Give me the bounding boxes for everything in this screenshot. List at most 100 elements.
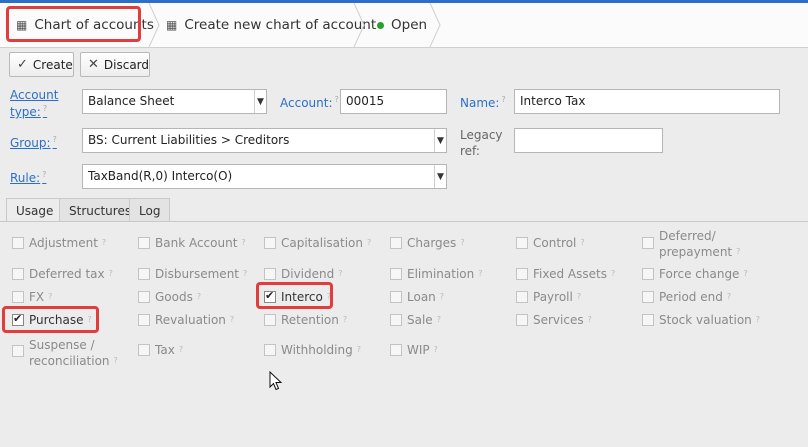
account-type-select[interactable]: Balance Sheet ▼ [82,89,267,114]
chevron-separator-icon [353,3,365,47]
checkbox-empty-icon[interactable] [12,291,24,303]
checkbox-empty-icon[interactable] [264,237,276,249]
help-icon[interactable]: ? [577,292,581,301]
checkbox-empty-icon[interactable] [390,314,402,326]
usage-label: Capitalisation [281,236,364,250]
help-icon[interactable]: ? [48,292,52,301]
checkbox-empty-icon[interactable] [390,344,402,356]
help-icon[interactable]: ? [197,292,201,301]
checkbox-empty-icon[interactable] [516,314,528,326]
help-icon[interactable]: ? [440,292,444,301]
checkbox-empty-icon[interactable] [642,237,654,249]
usage-checkbox-fixed-assets[interactable]: Fixed Assets? [516,266,615,282]
breadcrumb-open[interactable]: Open [377,3,427,47]
name-input[interactable]: Interco Tax [514,89,780,114]
help-icon[interactable]: ? [727,292,731,301]
usage-checkbox-retention[interactable]: Retention? [264,312,347,328]
checkbox-empty-icon[interactable] [138,237,150,249]
usage-checkbox-dividend[interactable]: Dividend? [264,266,342,282]
usage-checkbox-control[interactable]: Control? [516,235,585,251]
rule-select[interactable]: TaxBand(R,0) Interco(O) ▼ [82,164,447,189]
usage-checkbox-deferred-tax[interactable]: Deferred tax? [12,266,113,282]
help-icon[interactable]: ? [367,238,371,247]
help-icon[interactable]: ? [243,269,247,278]
help-icon[interactable]: ? [736,247,740,256]
help-icon[interactable]: ? [357,345,361,354]
group-label[interactable]: Group:? [10,135,57,150]
help-icon[interactable]: ? [241,238,245,247]
help-icon[interactable]: ? [588,315,592,324]
usage-checkbox-payroll[interactable]: Payroll? [516,289,581,305]
checkbox-empty-icon[interactable] [138,344,150,356]
usage-checkbox-charges[interactable]: Charges? [390,235,465,251]
usage-checkbox-force-change[interactable]: Force change? [642,266,748,282]
tab-log[interactable]: Log [129,198,171,222]
tab-divider [0,221,808,222]
checkbox-empty-icon[interactable] [390,291,402,303]
account-input[interactable]: 00015 [340,89,447,114]
help-icon[interactable]: ? [434,345,438,354]
checkbox-empty-icon[interactable] [516,291,528,303]
tab-usage[interactable]: Usage [6,198,64,222]
checkbox-empty-icon[interactable] [138,291,150,303]
account-type-label[interactable]: Account type:? [10,88,70,119]
usage-checkbox-stock-valuation[interactable]: Stock valuation? [642,312,760,328]
help-icon[interactable]: ? [179,345,183,354]
usage-checkbox-tax[interactable]: Tax? [138,342,183,358]
checkbox-empty-icon[interactable] [12,237,24,249]
chevron-down-icon: ▼ [254,90,266,113]
usage-label: Control [533,236,577,250]
help-icon[interactable]: ? [437,315,441,324]
help-icon[interactable]: ? [114,356,118,365]
create-button[interactable]: ✓ Create [9,52,74,77]
help-icon[interactable]: ? [460,238,464,247]
usage-checkbox-revaluation[interactable]: Revaluation? [138,312,234,328]
checkbox-empty-icon[interactable] [264,344,276,356]
checkbox-empty-icon[interactable] [12,345,24,357]
legacy-ref-input[interactable] [514,128,663,153]
usage-checkbox-deferred-prepayment[interactable]: Deferred/ prepayment? [642,228,740,260]
usage-checkbox-suspense-reconciliation[interactable]: Suspense / reconciliation? [12,337,118,369]
help-icon[interactable]: ? [343,315,347,324]
help-icon[interactable]: ? [102,238,106,247]
checkbox-empty-icon[interactable] [642,314,654,326]
usage-checkbox-fx[interactable]: FX? [12,289,52,305]
rule-label[interactable]: Rule:? [10,170,46,185]
help-icon[interactable]: ? [611,269,615,278]
checkbox-empty-icon[interactable] [642,268,654,280]
checkbox-empty-icon[interactable] [264,268,276,280]
usage-checkbox-adjustment[interactable]: Adjustment? [12,235,106,251]
group-select[interactable]: BS: Current Liabilities > Creditors ▼ [82,128,447,153]
usage-checkbox-withholding[interactable]: Withholding? [264,342,361,358]
usage-checkbox-goods[interactable]: Goods? [138,289,201,305]
usage-label: Deferred tax [29,267,105,281]
usage-checkbox-loan[interactable]: Loan? [390,289,444,305]
usage-checkbox-services[interactable]: Services? [516,312,592,328]
help-icon[interactable]: ? [478,269,482,278]
checkbox-empty-icon[interactable] [390,237,402,249]
help-icon[interactable]: ? [756,315,760,324]
breadcrumb-create-new[interactable]: ▦ Create new chart of account [166,3,376,47]
usage-checkbox-wip[interactable]: WIP? [390,342,438,358]
usage-checkbox-sale[interactable]: Sale? [390,312,441,328]
checkbox-empty-icon[interactable] [138,314,150,326]
highlight-interco [256,282,333,309]
checkbox-empty-icon[interactable] [390,268,402,280]
checkbox-empty-icon[interactable] [264,314,276,326]
help-icon[interactable]: ? [743,269,747,278]
checkbox-empty-icon[interactable] [516,268,528,280]
checkbox-empty-icon[interactable] [138,268,150,280]
usage-checkbox-capitalisation[interactable]: Capitalisation? [264,235,371,251]
usage-checkbox-elimination[interactable]: Elimination? [390,266,482,282]
help-icon[interactable]: ? [230,315,234,324]
usage-checkbox-period-end[interactable]: Period end? [642,289,731,305]
help-icon[interactable]: ? [109,269,113,278]
help-icon[interactable]: ? [580,238,584,247]
help-icon[interactable]: ? [338,269,342,278]
usage-checkbox-bank-account[interactable]: Bank Account? [138,235,246,251]
discard-button[interactable]: ✕ Discard [80,52,150,77]
usage-checkbox-disbursement[interactable]: Disbursement? [138,266,247,282]
checkbox-empty-icon[interactable] [12,268,24,280]
checkbox-empty-icon[interactable] [642,291,654,303]
checkbox-empty-icon[interactable] [516,237,528,249]
